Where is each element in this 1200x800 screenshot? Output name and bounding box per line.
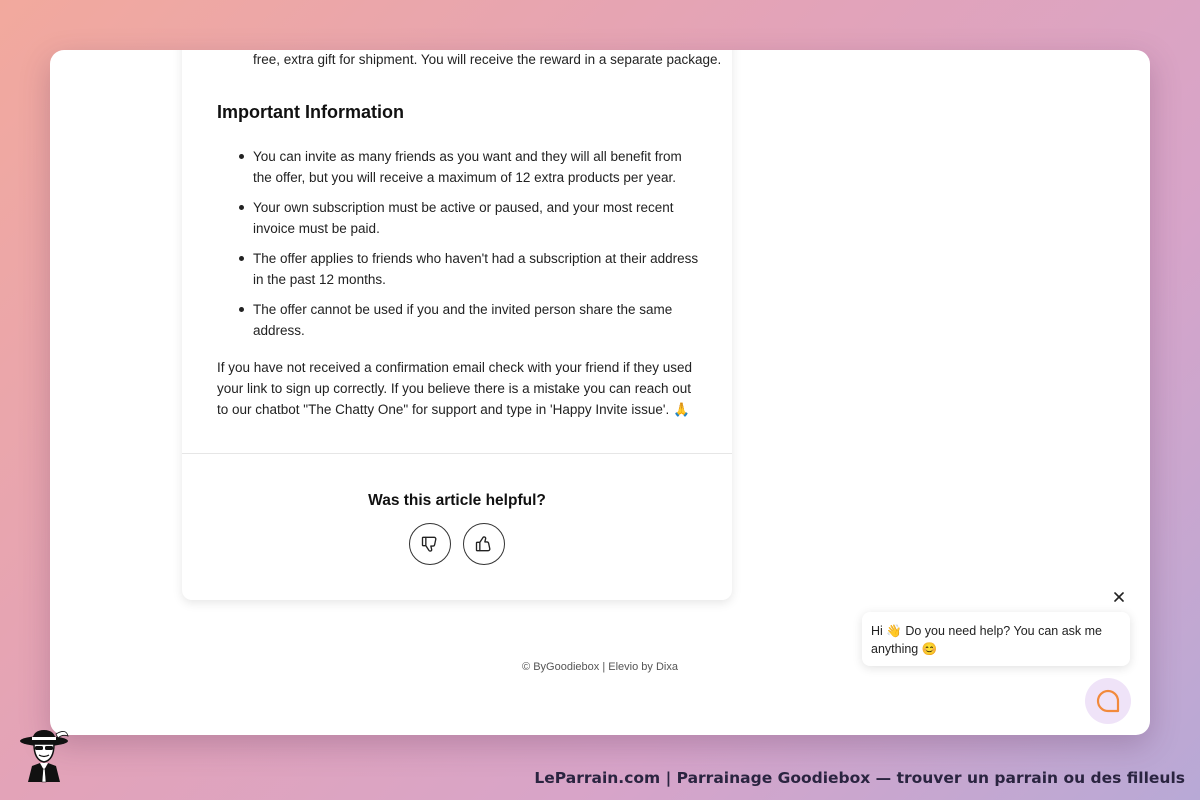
list-item-text: The offer applies to friends who haven't… — [253, 251, 699, 287]
list-item: You can invite as many friends as you wa… — [217, 146, 702, 188]
bullet-dot — [239, 154, 244, 159]
divider — [182, 453, 732, 454]
article-text-fragment: free, extra gift for shipment. You will … — [253, 52, 722, 67]
bullet-dot — [239, 205, 244, 210]
list-item: Your own subscription must be active or … — [217, 197, 702, 239]
thumbs-up-icon — [475, 536, 491, 552]
section-heading: Important Information — [217, 102, 404, 122]
bullet-dot — [239, 256, 244, 261]
thumbs-up-button[interactable] — [463, 523, 505, 565]
chat-close-button[interactable] — [1108, 586, 1130, 608]
list-item-text: You can invite as many friends as you wa… — [253, 149, 682, 185]
chat-greeting-text: Hi 👋 Do you need help? You can ask me an… — [871, 624, 1102, 656]
chat-greeting-bubble[interactable]: Hi 👋 Do you need help? You can ask me an… — [862, 612, 1130, 666]
list-item: The offer applies to friends who haven't… — [217, 248, 702, 290]
list-item-text: Your own subscription must be active or … — [253, 200, 674, 236]
leparrain-mascot-logo — [20, 730, 69, 783]
support-paragraph: If you have not received a confirmation … — [217, 360, 692, 417]
browser-window: free, extra gift for shipment. You will … — [50, 50, 1150, 735]
thumbs-down-button[interactable] — [409, 523, 451, 565]
thumbs-down-icon — [421, 536, 437, 552]
footer-separator: | — [602, 661, 606, 673]
close-icon — [1114, 592, 1124, 602]
bullet-dot — [239, 307, 244, 312]
elevio-link[interactable]: Elevio by Dixa — [608, 661, 678, 673]
chat-launcher-button[interactable] — [1085, 678, 1131, 724]
chat-bubble-icon — [1096, 689, 1120, 713]
article-card: free, extra gift for shipment. You will … — [182, 50, 732, 600]
page-caption: LeParrain.com | Parrainage Goodiebox — t… — [534, 769, 1185, 787]
copyright-text: © ByGoodiebox — [522, 661, 600, 673]
info-list: You can invite as many friends as you wa… — [217, 146, 702, 350]
feedback-question: Was this article helpful? — [368, 492, 546, 509]
list-item: The offer cannot be used if you and the … — [217, 299, 702, 341]
list-item-text: The offer cannot be used if you and the … — [253, 302, 673, 338]
